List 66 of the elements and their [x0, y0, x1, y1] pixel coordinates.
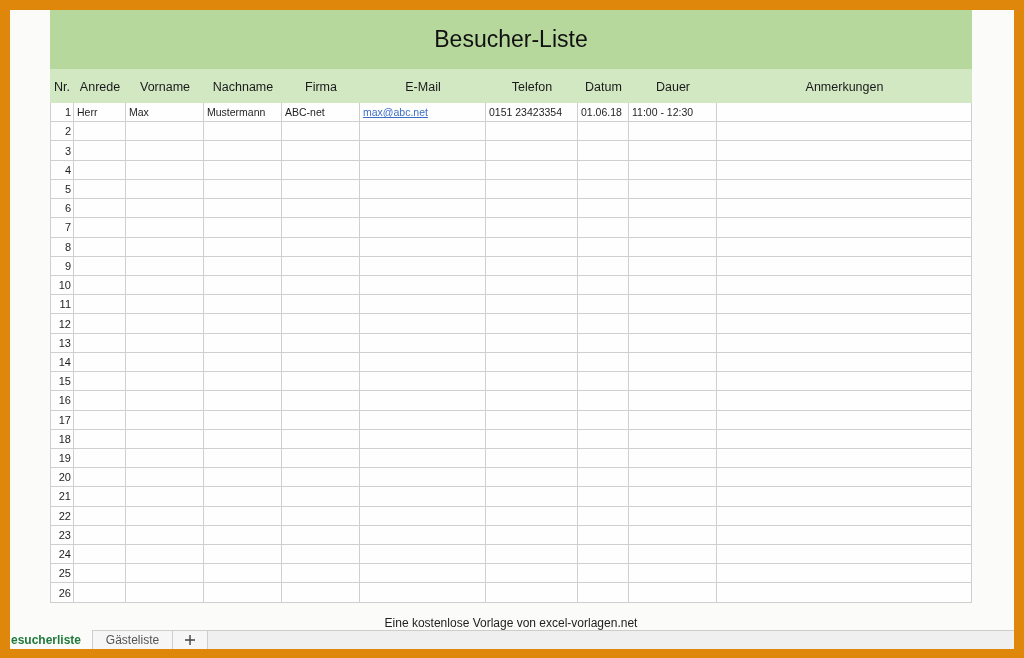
table-cell: Mustermann: [204, 103, 282, 123]
table-cell: [578, 583, 629, 603]
table-cell: [578, 545, 629, 565]
table-cell: [578, 372, 629, 392]
table-cell: [74, 218, 126, 238]
table-cell: [578, 391, 629, 411]
table-cell: [74, 352, 126, 373]
row-number: 20: [51, 468, 74, 488]
table-cell: [74, 487, 126, 507]
table-cell: [74, 372, 126, 392]
row-number: 16: [51, 391, 74, 411]
table-cell: [74, 391, 126, 411]
row-number: 11: [51, 295, 74, 315]
table-cell: [74, 468, 126, 488]
table-cell: Herr: [74, 103, 126, 123]
table-cell: [74, 160, 126, 180]
row-number: 26: [51, 583, 74, 603]
table-cell: 0151 23423354: [486, 103, 578, 123]
table-cell: [74, 583, 126, 603]
row-number: 15: [51, 372, 74, 392]
table-cell: [74, 448, 126, 469]
table-cell: [74, 525, 126, 546]
table-cell: [74, 237, 126, 257]
row-number: 24: [51, 545, 74, 565]
table-cell: [74, 506, 126, 526]
table-cell: [74, 122, 126, 142]
table-cell: [74, 179, 126, 200]
row-number: 12: [51, 314, 74, 334]
table-cell: 01.06.18: [578, 103, 629, 123]
table-cell: [578, 564, 629, 584]
table-cell: [74, 564, 126, 584]
footer-note: Eine kostenlose Vorlage von excel-vorlagen.net: [384, 615, 638, 630]
table-cell: [74, 295, 126, 315]
table-cell: [578, 468, 629, 488]
table-cell: [578, 295, 629, 315]
table-cell: [578, 218, 629, 238]
table-cell: 11:00 - 12:30: [629, 103, 717, 123]
row-number: 7: [51, 218, 74, 238]
row-number: 6: [51, 199, 74, 219]
table-cell: [578, 487, 629, 507]
add-sheet-button[interactable]: [173, 630, 208, 649]
table-cell: [578, 122, 629, 142]
plus-icon: [185, 635, 195, 645]
table-cell: [74, 275, 126, 296]
table-cell: [578, 314, 629, 334]
row-number: 25: [51, 564, 74, 584]
table-cell: [74, 333, 126, 353]
table-cell: [74, 256, 126, 276]
sheet-tab[interactable]: esucherliste: [10, 630, 92, 649]
row-number: 3: [51, 141, 74, 161]
table-cell: Max: [126, 103, 204, 123]
table-cell: [74, 199, 126, 219]
row-number: 21: [51, 487, 74, 507]
sheet-tab[interactable]: Gästeliste: [92, 630, 173, 649]
table-cell: [578, 199, 629, 219]
row-number: 2: [51, 122, 74, 142]
sheet-title: Besucher-Liste: [50, 10, 972, 69]
table-cell: ABC-net: [282, 103, 360, 123]
table-cell: [74, 410, 126, 430]
table-cell: [74, 545, 126, 565]
table-cell: [74, 429, 126, 449]
table-cell: [578, 141, 629, 161]
email-link[interactable]: max@abc.net: [363, 106, 428, 119]
table-cell: [74, 141, 126, 161]
table-cell: [74, 314, 126, 334]
row-number: 1: [51, 103, 74, 123]
